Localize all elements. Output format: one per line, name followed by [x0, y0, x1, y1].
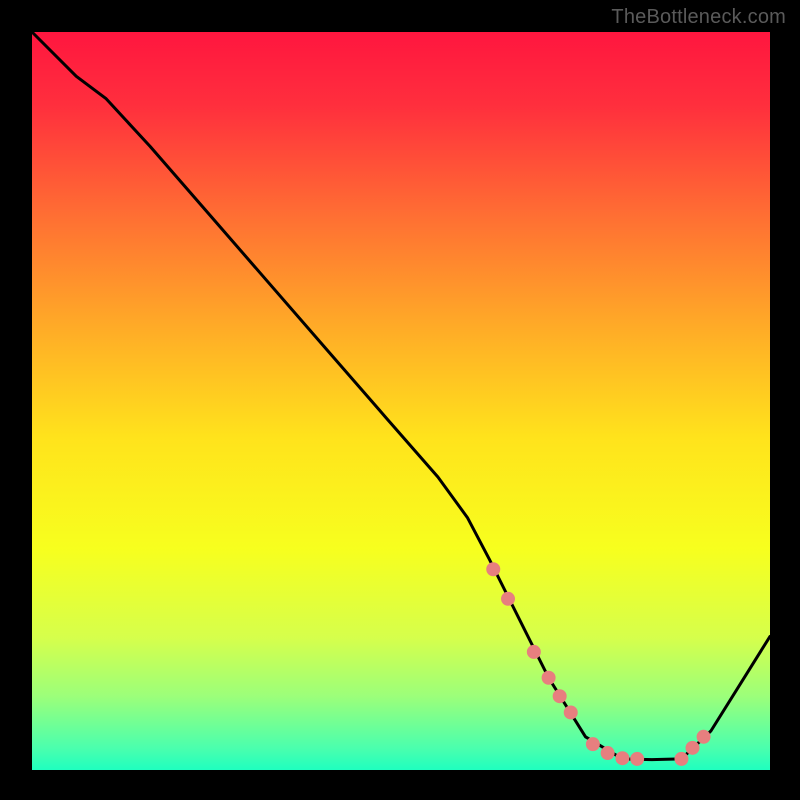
data-point [631, 752, 644, 765]
data-point [686, 741, 699, 754]
chart-stage: TheBottleneck.com [0, 0, 800, 800]
watermark-text: TheBottleneck.com [611, 6, 786, 29]
data-point [586, 738, 599, 751]
data-point [697, 730, 710, 743]
data-point [564, 706, 577, 719]
chart-svg [0, 0, 800, 800]
data-point [502, 592, 515, 605]
plot-background [32, 32, 770, 770]
data-point [542, 671, 555, 684]
data-point [616, 752, 629, 765]
data-point [675, 752, 688, 765]
data-point [601, 747, 614, 760]
data-point [527, 645, 540, 658]
data-point [487, 563, 500, 576]
data-point [553, 690, 566, 703]
